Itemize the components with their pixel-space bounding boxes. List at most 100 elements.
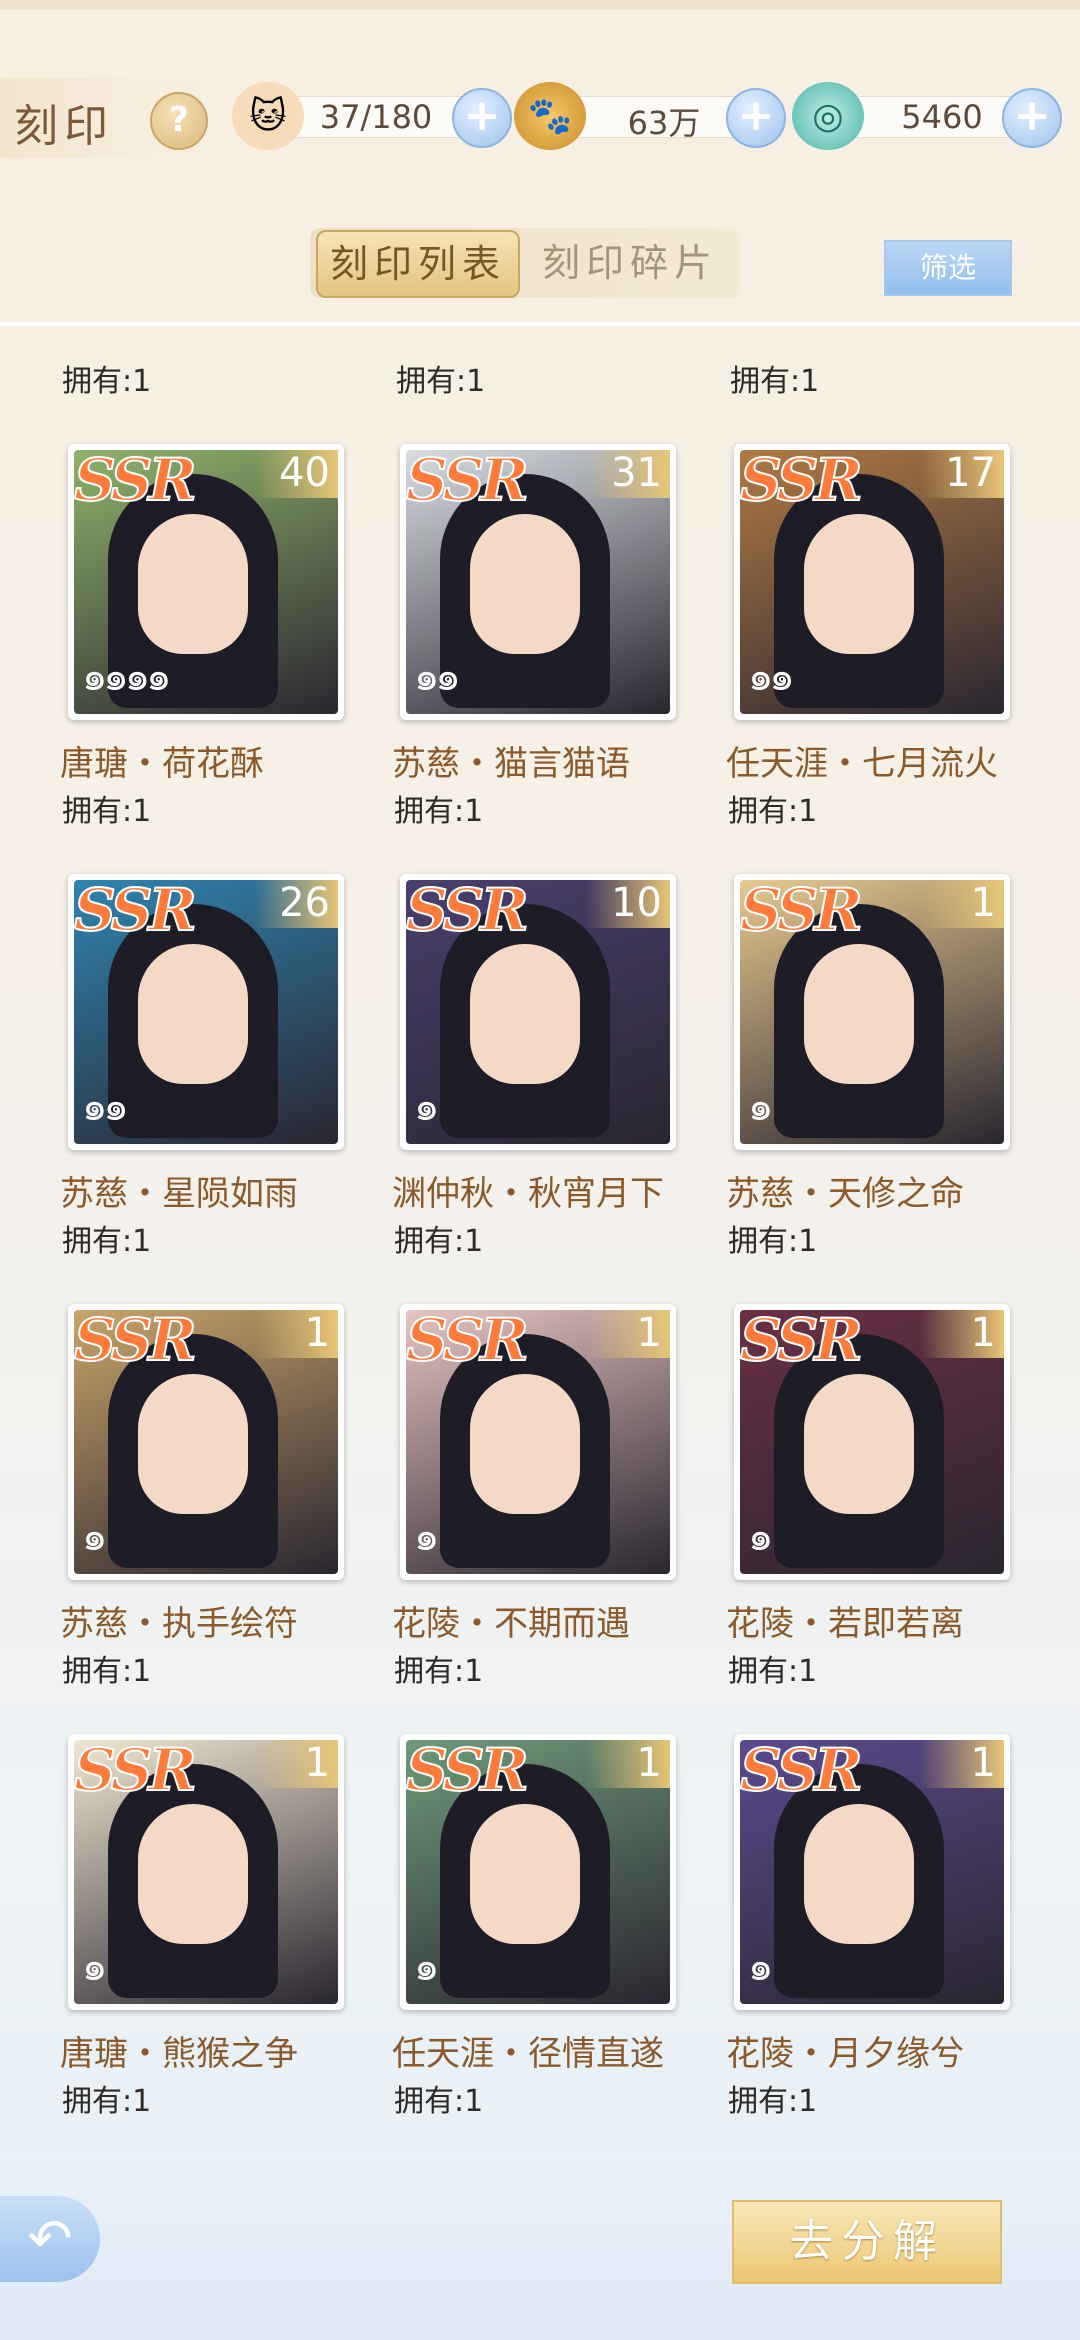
top-edge — [0, 0, 1080, 10]
rarity-badge: SSR — [73, 1735, 198, 1805]
owned-count: 拥有:1 — [394, 2084, 484, 2119]
owned-count: 拥有:1 — [728, 2084, 818, 2119]
jade-dragon-icon: ◎ — [792, 82, 864, 150]
seal-card[interactable]: SSR 26 ๑๑ — [68, 874, 344, 1150]
card-count: 1 — [586, 1310, 670, 1358]
rarity-badge: SSR — [739, 445, 864, 515]
portrait-face — [470, 1804, 580, 1944]
seal-card[interactable]: SSR 40 ๑๑๑๑ — [68, 444, 344, 720]
rarity-badge: SSR — [73, 875, 198, 945]
star-icons: ๑ — [414, 1084, 439, 1130]
card-name: 苏慈・天修之命 — [726, 1174, 964, 1214]
card-name: 任天涯・径情直遂 — [392, 2034, 664, 2074]
help-button[interactable]: ? — [150, 92, 208, 150]
portrait-face — [804, 944, 914, 1084]
card-count: 26 — [254, 880, 338, 928]
portrait-face — [470, 514, 580, 654]
card-name: 花陵・不期而遇 — [392, 1604, 630, 1644]
seal-card[interactable]: SSR 1 ๑ — [734, 874, 1010, 1150]
card-name: 任天涯・七月流火 — [726, 744, 998, 784]
card-name: 唐瑭・荷花酥 — [60, 744, 264, 784]
portrait-face — [138, 1804, 248, 1944]
rarity-badge: SSR — [739, 1305, 864, 1375]
card-name: 唐瑭・熊猴之争 — [60, 2034, 298, 2074]
star-icons: ๑๑ — [414, 654, 461, 700]
resource-stamina: 🐱 37/180 + — [232, 82, 528, 150]
owned-count: 拥有:1 — [728, 794, 818, 829]
star-icons: ๑ — [82, 1944, 107, 1990]
card-count: 1 — [920, 1310, 1004, 1358]
card-count: 1 — [586, 1740, 670, 1788]
header: 刻印 ? 🐱 37/180 + 🐾 63万 + ◎ 5460 + — [0, 60, 1080, 170]
portrait-face — [804, 514, 914, 654]
seal-card[interactable]: SSR 10 ๑ — [400, 874, 676, 1150]
card-name: 花陵・月夕缘兮 — [726, 2034, 964, 2074]
seal-card[interactable]: SSR 1 ๑ — [68, 1734, 344, 2010]
seal-card[interactable]: SSR 17 ๑๑ — [734, 444, 1010, 720]
rarity-badge: SSR — [405, 445, 530, 515]
seal-card[interactable]: SSR 1 ๑ — [68, 1304, 344, 1580]
tab-seal-list[interactable]: 刻印列表 — [316, 230, 520, 298]
rarity-badge: SSR — [73, 1305, 198, 1375]
card-count: 10 — [586, 880, 670, 928]
card-count: 31 — [586, 450, 670, 498]
owned-count: 拥有:1 — [62, 2084, 152, 2119]
card-count: 1 — [920, 880, 1004, 928]
card-name: 渊仲秋・秋宵月下 — [392, 1174, 664, 1214]
page-title: 刻印 — [14, 101, 114, 152]
portrait-face — [804, 1374, 914, 1514]
tab-seal-fragments[interactable]: 刻印碎片 — [530, 228, 730, 298]
resource-jade: ◎ 5460 + — [792, 82, 1080, 150]
filter-button[interactable]: 筛选 — [884, 240, 1012, 296]
decompose-button[interactable]: 去分解 — [732, 2200, 1002, 2284]
owned-count: 拥有:1 — [62, 1654, 152, 1689]
card-count: 17 — [920, 450, 1004, 498]
star-icons: ๑ — [82, 1514, 107, 1560]
stamina-value: 37/180 — [319, 98, 433, 136]
add-jade-button[interactable]: + — [1002, 88, 1062, 148]
tab-bar: 刻印列表 刻印碎片 — [310, 228, 740, 298]
star-icons: ๑ — [748, 1084, 773, 1130]
card-name: 苏慈・执手绘符 — [60, 1604, 298, 1644]
star-icons: ๑๑๑๑ — [82, 654, 172, 700]
rarity-badge: SSR — [405, 1305, 530, 1375]
rarity-badge: SSR — [73, 445, 198, 515]
add-stamina-button[interactable]: + — [452, 88, 512, 148]
owned-count: 拥有:1 — [62, 364, 152, 399]
card-count: 1 — [254, 1310, 338, 1358]
card-name: 苏慈・星陨如雨 — [60, 1174, 298, 1214]
seal-card[interactable]: SSR 1 ๑ — [400, 1734, 676, 2010]
seal-grid[interactable]: 拥有:1 拥有:1 拥有:1 SSR 40 ๑๑๑๑ 唐瑭・荷花酥 拥有:1 SSR 31 ๑… — [0, 326, 1080, 2146]
rarity-badge: SSR — [739, 875, 864, 945]
seal-card[interactable]: SSR 31 ๑๑ — [400, 444, 676, 720]
owned-count: 拥有:1 — [728, 1224, 818, 1259]
rarity-badge: SSR — [405, 875, 530, 945]
seal-card[interactable]: SSR 1 ๑ — [400, 1304, 676, 1580]
card-name: 花陵・若即若离 — [726, 1604, 964, 1644]
cat-stamina-icon: 🐱 — [232, 82, 304, 150]
owned-count: 拥有:1 — [62, 794, 152, 829]
owned-count: 拥有:1 — [394, 1224, 484, 1259]
back-arrow-icon[interactable]: ↶ — [0, 2196, 100, 2282]
card-count: 40 — [254, 450, 338, 498]
owned-count: 拥有:1 — [396, 364, 486, 399]
seal-card[interactable]: SSR 1 ๑ — [734, 1734, 1010, 2010]
portrait-face — [470, 1374, 580, 1514]
resource-gold: 🐾 63万 + — [514, 82, 794, 150]
portrait-face — [138, 1374, 248, 1514]
owned-count: 拥有:1 — [730, 364, 820, 399]
owned-count: 拥有:1 — [728, 1654, 818, 1689]
bottom-bar: ↶ 去分解 — [0, 2148, 1080, 2340]
owned-count: 拥有:1 — [394, 794, 484, 829]
card-count: 1 — [920, 1740, 1004, 1788]
star-icons: ๑ — [414, 1944, 439, 1990]
star-icons: ๑ — [748, 1514, 773, 1560]
card-count: 1 — [254, 1740, 338, 1788]
rarity-badge: SSR — [739, 1735, 864, 1805]
portrait-face — [138, 514, 248, 654]
card-name: 苏慈・猫言猫语 — [392, 744, 630, 784]
seal-card[interactable]: SSR 1 ๑ — [734, 1304, 1010, 1580]
owned-count: 拥有:1 — [62, 1224, 152, 1259]
rarity-badge: SSR — [405, 1735, 530, 1805]
add-gold-button[interactable]: + — [726, 88, 786, 148]
